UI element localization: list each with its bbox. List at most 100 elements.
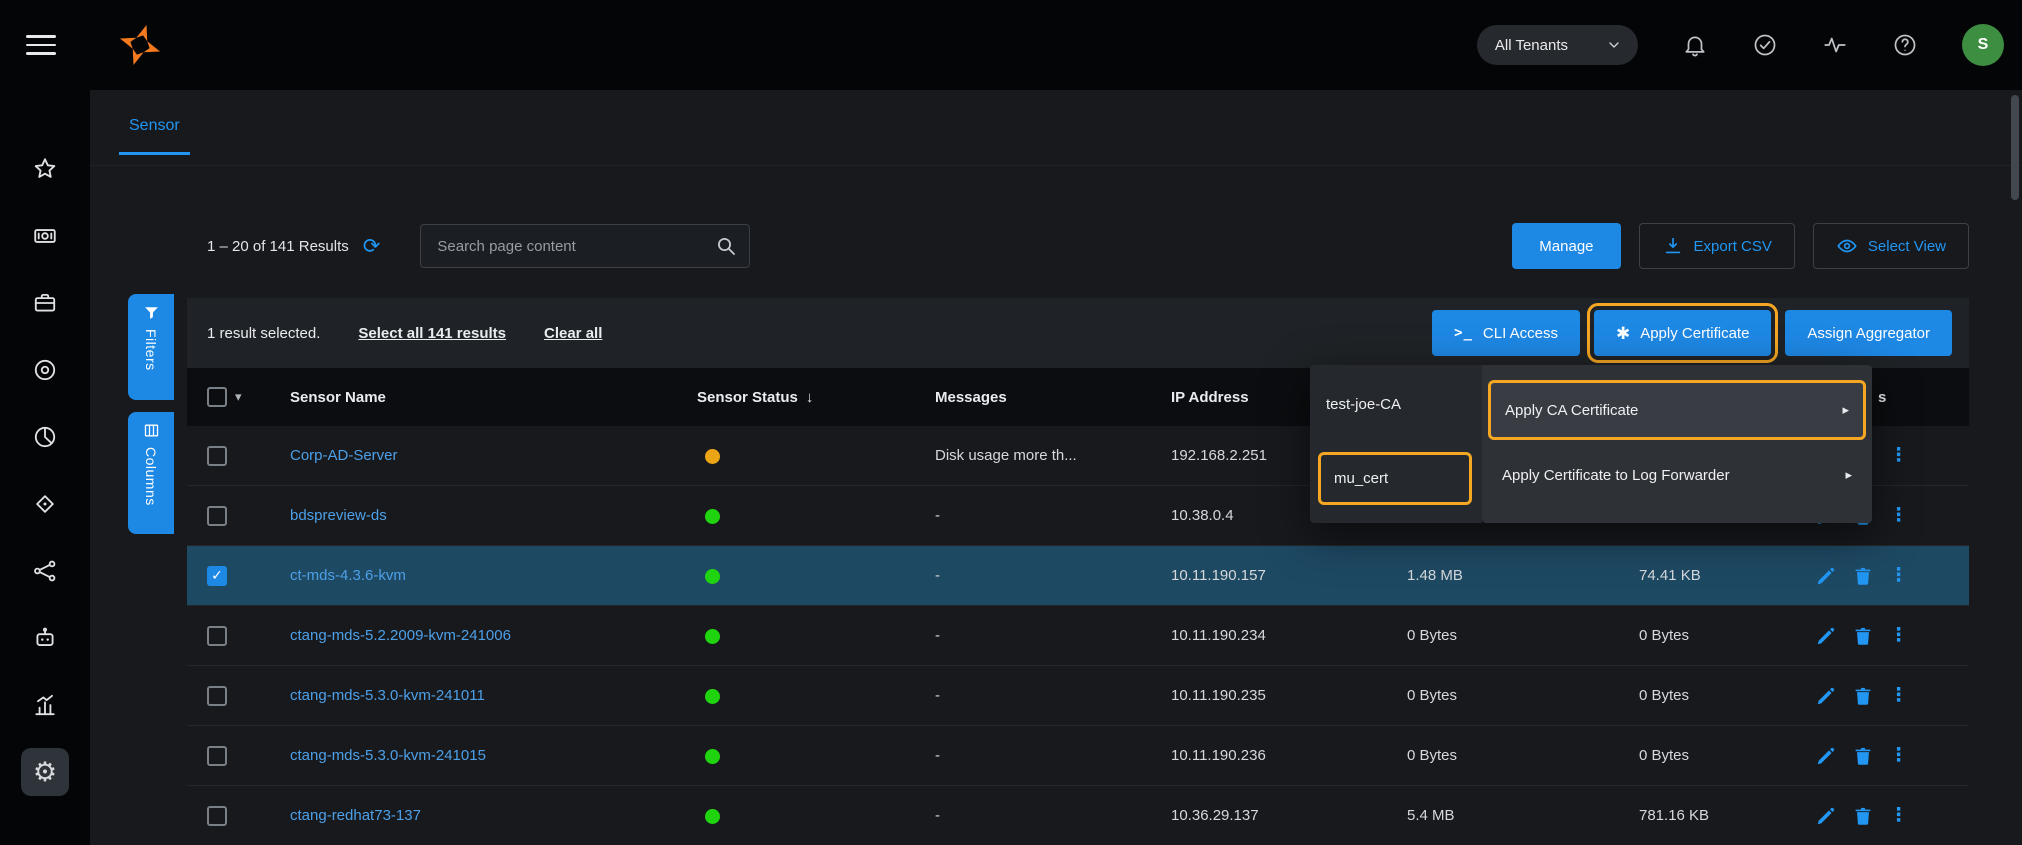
menu-icon[interactable] bbox=[26, 35, 56, 55]
table-row[interactable]: ✓ ctang-redhat73-137 - 10.36.29.137 5.4 … bbox=[187, 786, 1969, 845]
results-count: 1 – 20 of 141 Results bbox=[207, 238, 349, 255]
disc-icon[interactable] bbox=[21, 346, 69, 394]
header-sensor-name[interactable]: Sensor Name bbox=[290, 389, 697, 406]
delete-trash-icon[interactable] bbox=[1852, 625, 1874, 647]
delete-trash-icon[interactable] bbox=[1852, 565, 1874, 587]
export-csv-button[interactable]: Export CSV bbox=[1639, 223, 1795, 269]
sensor-name-link[interactable]: ct-mds-4.3.6-kvm bbox=[290, 567, 406, 584]
search-icon[interactable] bbox=[714, 234, 738, 258]
user-avatar[interactable]: S bbox=[1962, 24, 2004, 66]
messages-cell: - bbox=[935, 507, 1171, 524]
settings-gear-icon[interactable]: ⚙ bbox=[21, 748, 69, 796]
system-check-icon[interactable] bbox=[1752, 32, 1778, 58]
menu-item-mu-cert[interactable]: mu_cert bbox=[1318, 452, 1472, 505]
table-row-selected[interactable]: ✓ ct-mds-4.3.6-kvm - 10.11.190.157 1.48 … bbox=[187, 546, 1969, 606]
row-checkbox[interactable]: ✓ bbox=[207, 446, 227, 466]
columns-icon bbox=[143, 422, 160, 439]
status-dot-green bbox=[705, 569, 720, 584]
delete-trash-icon[interactable] bbox=[1852, 745, 1874, 767]
sensor-name-link[interactable]: ctang-mds-5.2.2009-kvm-241006 bbox=[290, 627, 511, 644]
pie-chart-icon[interactable] bbox=[21, 413, 69, 461]
size1-cell: 5.4 MB bbox=[1407, 807, 1639, 824]
tenant-selector[interactable]: All Tenants bbox=[1477, 25, 1638, 65]
sensor-name-link[interactable]: ctang-redhat73-137 bbox=[290, 807, 421, 824]
table-row[interactable]: ✓ ctang-mds-5.2.2009-kvm-241006 - 10.11.… bbox=[187, 606, 1969, 666]
sensor-name-link[interactable]: bdspreview-ds bbox=[290, 507, 387, 524]
select-all-checkbox[interactable]: ✓ bbox=[207, 387, 227, 407]
apply-certificate-menu: test-joe-CA mu_cert Apply CA Certificate… bbox=[1310, 365, 1872, 523]
apply-certificate-button[interactable]: ✱ Apply Certificate bbox=[1594, 310, 1771, 356]
search-input[interactable] bbox=[420, 224, 750, 268]
table-row[interactable]: ✓ ctang-mds-5.3.0-kvm-241015 - 10.11.190… bbox=[187, 726, 1969, 786]
download-icon bbox=[1662, 235, 1684, 257]
header-messages[interactable]: Messages bbox=[935, 389, 1171, 406]
cash-card-icon[interactable] bbox=[21, 212, 69, 260]
ip-cell: 10.11.190.235 bbox=[1171, 687, 1407, 704]
target-locate-icon[interactable] bbox=[21, 480, 69, 528]
brand-logo-icon[interactable] bbox=[114, 19, 166, 71]
sensor-name-link[interactable]: ctang-mds-5.3.0-kvm-241011 bbox=[290, 687, 485, 704]
more-options-icon[interactable]: ⋮ bbox=[1889, 446, 1908, 465]
clear-all-link[interactable]: Clear all bbox=[544, 325, 602, 342]
filters-tab-label: Filters bbox=[143, 329, 159, 371]
tab-sensor[interactable]: Sensor bbox=[119, 90, 190, 155]
row-checkbox[interactable]: ✓ bbox=[207, 806, 227, 826]
network-graph-icon[interactable] bbox=[21, 547, 69, 595]
chevron-down-icon bbox=[1606, 37, 1622, 53]
status-dot-green bbox=[705, 629, 720, 644]
header-sensor-status[interactable]: Sensor Status↓ bbox=[697, 389, 935, 406]
tenant-selector-value: All Tenants bbox=[1495, 37, 1568, 54]
menu-item-apply-ca-certificate[interactable]: Apply CA Certificate ▸ bbox=[1488, 380, 1866, 440]
edit-pencil-icon[interactable] bbox=[1815, 625, 1837, 647]
chevron-right-icon: ▸ bbox=[1842, 402, 1849, 418]
more-options-icon[interactable]: ⋮ bbox=[1889, 746, 1908, 765]
manage-button[interactable]: Manage bbox=[1512, 223, 1620, 269]
row-checkbox-checked[interactable]: ✓ bbox=[207, 566, 227, 586]
notifications-bell-icon[interactable] bbox=[1682, 32, 1708, 58]
select-view-button[interactable]: Select View bbox=[1813, 223, 1969, 269]
edit-pencil-icon[interactable] bbox=[1815, 745, 1837, 767]
robot-icon[interactable] bbox=[21, 614, 69, 662]
edit-pencil-icon[interactable] bbox=[1815, 685, 1837, 707]
edit-pencil-icon[interactable] bbox=[1815, 565, 1837, 587]
filters-side-tab[interactable]: Filters bbox=[128, 294, 174, 400]
certificate-actions-menu: Apply CA Certificate ▸ Apply Certificate… bbox=[1482, 365, 1872, 523]
more-options-icon[interactable]: ⋮ bbox=[1889, 506, 1908, 525]
messages-cell: - bbox=[935, 747, 1171, 764]
size2-cell: 0 Bytes bbox=[1639, 687, 1815, 704]
edit-pencil-icon[interactable] bbox=[1815, 805, 1837, 827]
row-checkbox[interactable]: ✓ bbox=[207, 506, 227, 526]
left-nav-sidebar: ⚙ bbox=[0, 90, 90, 845]
bar-chart-icon[interactable] bbox=[21, 681, 69, 729]
select-all-link[interactable]: Select all 141 results bbox=[358, 325, 506, 342]
more-options-icon[interactable]: ⋮ bbox=[1889, 806, 1908, 825]
more-options-icon[interactable]: ⋮ bbox=[1889, 686, 1908, 705]
columns-side-tab[interactable]: Columns bbox=[128, 412, 174, 534]
menu-item-apply-cert-log-forwarder[interactable]: Apply Certificate to Log Forwarder ▸ bbox=[1488, 442, 1866, 508]
activity-pulse-icon[interactable] bbox=[1822, 32, 1848, 58]
certificate-icon: ✱ bbox=[1616, 325, 1630, 342]
messages-cell: Disk usage more th... bbox=[935, 447, 1171, 464]
ip-cell: 10.36.29.137 bbox=[1171, 807, 1407, 824]
sensor-name-link[interactable]: ctang-mds-5.3.0-kvm-241015 bbox=[290, 747, 486, 764]
table-row[interactable]: ✓ ctang-mds-5.3.0-kvm-241011 - 10.11.190… bbox=[187, 666, 1969, 726]
status-dot-green bbox=[705, 509, 720, 524]
row-checkbox[interactable]: ✓ bbox=[207, 626, 227, 646]
more-options-icon[interactable]: ⋮ bbox=[1889, 626, 1908, 645]
briefcase-icon[interactable] bbox=[21, 279, 69, 327]
refresh-icon[interactable]: ⟳ bbox=[363, 236, 381, 257]
delete-trash-icon[interactable] bbox=[1852, 805, 1874, 827]
cli-access-button[interactable]: >_ CLI Access bbox=[1432, 310, 1580, 356]
help-icon[interactable] bbox=[1892, 32, 1918, 58]
sensor-name-link[interactable]: Corp-AD-Server bbox=[290, 447, 398, 464]
row-checkbox[interactable]: ✓ bbox=[207, 686, 227, 706]
eye-icon bbox=[1836, 235, 1858, 257]
star-icon[interactable] bbox=[21, 145, 69, 193]
delete-trash-icon[interactable] bbox=[1852, 685, 1874, 707]
assign-aggregator-button[interactable]: Assign Aggregator bbox=[1785, 310, 1952, 356]
scrollbar-thumb[interactable] bbox=[2011, 95, 2019, 200]
menu-item-test-joe-ca[interactable]: test-joe-CA bbox=[1310, 365, 1482, 444]
row-checkbox[interactable]: ✓ bbox=[207, 746, 227, 766]
selection-menu-caret-icon[interactable]: ▾ bbox=[235, 389, 242, 405]
more-options-icon[interactable]: ⋮ bbox=[1889, 566, 1908, 585]
